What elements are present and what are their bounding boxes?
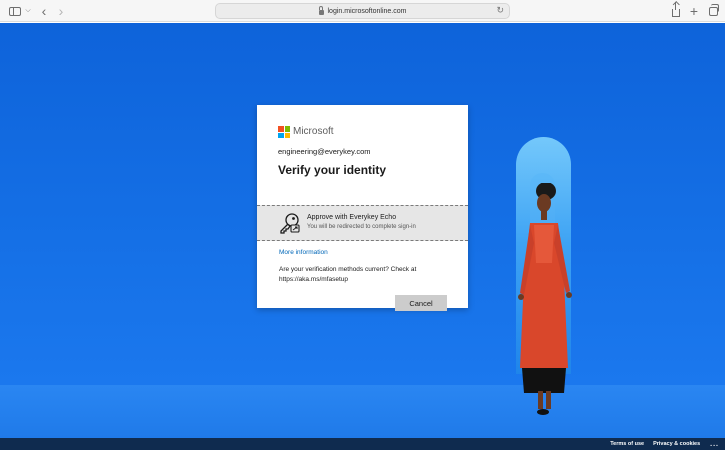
backdrop-floor xyxy=(0,385,725,438)
address-bar[interactable]: login.microsoftonline.com ↻ xyxy=(215,3,510,19)
share-icon[interactable] xyxy=(671,2,681,19)
page-footer: Terms of use Privacy & cookies ... xyxy=(0,438,725,450)
account-email: engineering@everykey.com xyxy=(278,147,371,156)
lock-icon xyxy=(318,6,324,15)
person-illustration xyxy=(518,183,572,415)
forward-arrow-icon[interactable]: › xyxy=(55,3,67,19)
privacy-cookies-link[interactable]: Privacy & cookies xyxy=(653,441,700,447)
sign-in-card: Microsoft engineering@everykey.com Verif… xyxy=(257,105,468,311)
back-arrow-icon[interactable]: ‹ xyxy=(38,3,50,19)
key-icon xyxy=(280,213,300,234)
verification-note: Are your verification methods current? C… xyxy=(279,266,417,283)
browser-toolbar: ⌵ ‹ › login.microsoftonline.com ↻ + xyxy=(0,0,725,22)
microsoft-logo-icon xyxy=(278,126,290,138)
cancel-button[interactable]: Cancel xyxy=(395,295,447,311)
reload-icon[interactable]: ↻ xyxy=(496,5,504,16)
new-tab-icon[interactable]: + xyxy=(688,3,700,19)
terms-of-use-link[interactable]: Terms of use xyxy=(610,441,644,447)
more-options-icon[interactable]: ... xyxy=(710,441,719,448)
sidebar-toggle-icon[interactable] xyxy=(8,3,22,19)
url-text: login.microsoftonline.com xyxy=(327,7,407,15)
option-title: Approve with Everykey Echo xyxy=(307,214,397,221)
verification-option-everykey[interactable]: Approve with Everykey Echo You will be r… xyxy=(257,205,468,241)
chevron-down-icon[interactable]: ⌵ xyxy=(24,3,32,19)
tab-overview-icon[interactable] xyxy=(707,3,719,19)
more-information-link[interactable]: More information xyxy=(279,249,328,256)
page-title: Verify your identity xyxy=(278,163,387,177)
brand-name: Microsoft xyxy=(293,126,334,137)
option-subtitle: You will be redirected to complete sign-… xyxy=(307,224,416,230)
